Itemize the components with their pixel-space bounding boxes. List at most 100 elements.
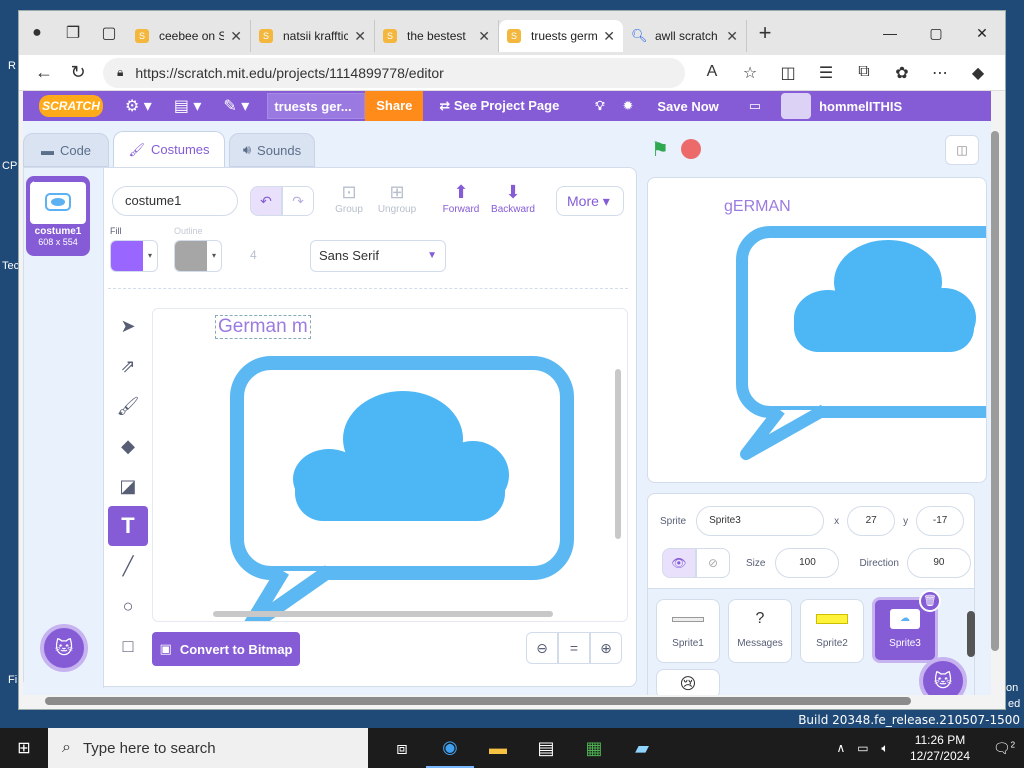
copilot-icon[interactable]: ◆ [959, 63, 997, 83]
edit-menu-icon[interactable]: ✎ ▾ [223, 96, 249, 116]
powershell-icon[interactable]: ▰ [618, 728, 666, 768]
save-now-button[interactable]: Save Now [657, 99, 718, 114]
settings-gear-icon[interactable]: ⚙ ▾ [125, 96, 152, 116]
split-screen-icon[interactable]: ◫ [769, 63, 807, 83]
costume-name-input[interactable]: costume1 [112, 186, 238, 216]
username[interactable]: hommelITHIS [819, 99, 902, 114]
minimize-icon[interactable]: — [867, 11, 913, 55]
server-manager-icon[interactable]: ▤ [522, 728, 570, 768]
browser-tab[interactable]: S ceebee on S ✕ [127, 20, 251, 52]
browser-tab-active[interactable]: S truests germ ✕ [499, 20, 623, 52]
fill-color-picker[interactable]: ▾ [110, 240, 158, 272]
x-input[interactable]: 27 [847, 506, 896, 536]
canvas-horizontal-scrollbar[interactable] [213, 611, 553, 617]
windows-start-icon[interactable]: ⊞ [0, 728, 48, 768]
browser-tab[interactable]: 🔍︎ awll scratch ✕ [623, 20, 747, 52]
project-title-input[interactable]: truests ger... [267, 93, 366, 119]
group-button[interactable]: ⊡ Group [324, 182, 374, 215]
collections-icon[interactable]: ⧉ [845, 63, 883, 83]
browser-tab[interactable]: S natsii krafftic ✕ [251, 20, 375, 52]
convert-to-bitmap-button[interactable]: ▣ Convert to Bitmap [152, 632, 300, 666]
sprite-tile[interactable]: Sprite1 [656, 599, 720, 663]
notifications-icon[interactable]: 🗨︎2 [984, 740, 1024, 757]
size-input[interactable]: 100 [775, 548, 840, 578]
close-icon[interactable]: ✕ [230, 28, 242, 45]
close-icon[interactable]: ✕ [603, 28, 615, 45]
new-tab-icon[interactable]: + [747, 20, 783, 46]
backward-button[interactable]: ⬇ Backward [488, 182, 538, 215]
font-dropdown[interactable]: Sans Serif ▼ [310, 240, 446, 272]
show-eye-icon[interactable]: 👁︎ [662, 548, 696, 578]
tab-code[interactable]: ▬ Code [23, 133, 109, 167]
canvas-text-object[interactable]: German m [215, 315, 311, 339]
reshape-tool[interactable]: ⇗ [108, 346, 148, 386]
tab-actions-icon[interactable]: ▢ [91, 15, 127, 51]
edge-browser-icon[interactable]: ◉ [426, 728, 474, 768]
browser-tab[interactable]: S the bestest ✕ [375, 20, 499, 52]
more-button[interactable]: More ▾ [556, 186, 624, 216]
file-explorer-icon[interactable]: ▬ [474, 728, 522, 768]
close-window-icon[interactable]: ✕ [959, 11, 1005, 55]
forward-button[interactable]: ⬆ Forward [436, 182, 486, 215]
read-aloud-icon[interactable]: A [693, 63, 731, 83]
share-button[interactable]: Share [365, 91, 424, 121]
close-icon[interactable]: ✕ [354, 28, 366, 45]
paint-canvas[interactable]: German m [152, 308, 628, 622]
debug-icon[interactable]: ✹ [622, 98, 633, 114]
stage-size-toggle-icon[interactable]: ◫ [945, 135, 979, 165]
volume-muted-icon[interactable]: 🔈︎ [874, 741, 896, 756]
zoom-in-icon[interactable]: ⊕ [590, 632, 622, 664]
page-horizontal-scrollbar[interactable] [45, 697, 911, 705]
lightbulb-icon[interactable]: 💡︎ [595, 98, 604, 114]
text-tool[interactable]: T [108, 506, 148, 546]
sprite-name-input[interactable]: Sprite3 [696, 506, 825, 536]
see-project-page-button[interactable]: ⇄ See Project Page [439, 98, 559, 114]
page-vertical-scrollbar[interactable] [991, 131, 999, 651]
stroke-width-value[interactable]: 4 [250, 248, 257, 262]
line-tool[interactable]: ╱ [108, 546, 148, 586]
redo-icon[interactable]: ↷ [282, 186, 314, 216]
workspaces-icon[interactable]: ❐ [55, 15, 91, 51]
profile-icon[interactable]: ● [19, 15, 55, 51]
y-input[interactable]: -17 [916, 506, 965, 536]
canvas-vertical-scrollbar[interactable] [615, 369, 621, 539]
fill-tool[interactable]: ◪ [108, 466, 148, 506]
taskbar-search[interactable]: ⌕ Type here to search [48, 728, 368, 768]
network-icon[interactable]: ▭ [852, 741, 874, 755]
trash-icon[interactable]: 🗑︎ [919, 590, 941, 612]
sprite-tile[interactable]: Sprite2 [800, 599, 864, 663]
ungroup-button[interactable]: ⊞ Ungroup [372, 182, 422, 215]
tab-sounds[interactable]: 🔊︎ Sounds [229, 133, 315, 167]
chevron-up-icon[interactable]: ∧ [830, 741, 852, 755]
lock-icon[interactable]: 🔒︎ [117, 65, 123, 80]
close-icon[interactable]: ✕ [726, 28, 738, 45]
maximize-icon[interactable]: ▢ [913, 11, 959, 55]
zoom-out-icon[interactable]: ⊖ [526, 632, 558, 664]
outline-color-picker[interactable]: ▾ [174, 240, 222, 272]
zoom-reset-button[interactable]: = [558, 632, 590, 664]
eraser-tool[interactable]: ◆ [108, 426, 148, 466]
my-stuff-folder-icon[interactable]: ▭ [749, 98, 761, 114]
task-view-icon[interactable]: ⧈ [378, 728, 426, 768]
more-options-icon[interactable]: ⋯ [921, 63, 959, 83]
url-field[interactable]: 🔒︎ https://scratch.mit.edu/projects/1114… [103, 57, 685, 88]
clock[interactable]: 11:26 PM 12/27/2024 [910, 732, 970, 764]
scratch-logo[interactable]: SCRATCH [39, 95, 103, 117]
sprite-tile-partial[interactable]: 😢︎ [656, 669, 720, 695]
circle-tool[interactable]: ○ [108, 586, 148, 626]
sprite-tile[interactable]: ? Messages [728, 599, 792, 663]
refresh-icon[interactable]: ↻ [61, 58, 95, 88]
direction-input[interactable]: 90 [906, 548, 971, 578]
undo-icon[interactable]: ↶ [250, 186, 282, 216]
extensions-icon[interactable]: ✿ [883, 63, 921, 83]
back-icon[interactable]: ← [27, 58, 61, 88]
choose-costume-button[interactable]: 🐱︎ [40, 624, 88, 672]
file-menu-icon[interactable]: ▤ ▾ [174, 96, 202, 116]
tab-costumes[interactable]: 🖌︎ Costumes [113, 131, 225, 167]
sprite-list-scrollbar[interactable] [967, 611, 975, 657]
hide-eye-icon[interactable]: ⊘ [696, 548, 730, 578]
sprite-tile-selected[interactable]: ☁ Sprite3 🗑︎ [872, 590, 941, 663]
avatar[interactable] [781, 93, 812, 119]
green-flag-icon[interactable]: ⚑ [651, 137, 669, 162]
close-icon[interactable]: ✕ [478, 28, 490, 45]
